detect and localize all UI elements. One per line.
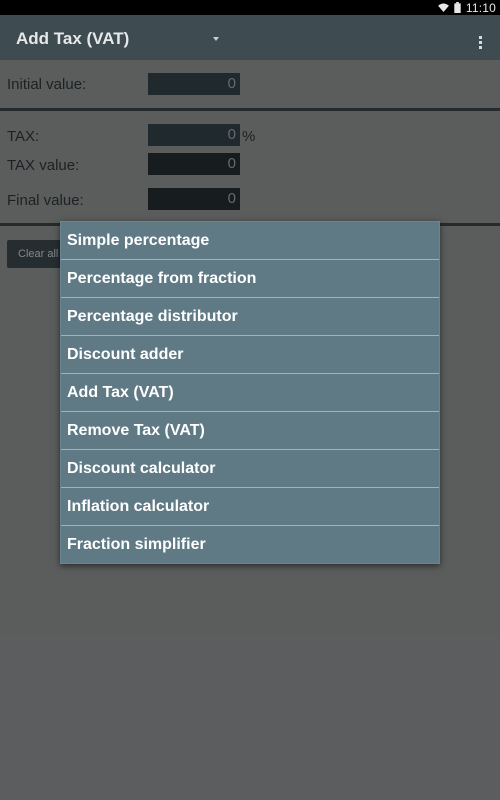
menu-item-add-tax[interactable]: Add Tax (VAT) (61, 374, 439, 412)
menu-item-percentage-distributor[interactable]: Percentage distributor (61, 298, 439, 336)
menu-item-fraction-simplifier[interactable]: Fraction simplifier (61, 526, 439, 564)
menu-item-inflation-calculator[interactable]: Inflation calculator (61, 488, 439, 526)
menu-item-discount-adder[interactable]: Discount adder (61, 336, 439, 374)
action-bar: Add Tax (VAT) (0, 15, 500, 60)
chevron-down-icon[interactable] (213, 37, 219, 41)
wifi-icon (437, 3, 449, 12)
status-time: 11:10 (465, 0, 496, 15)
menu-item-discount-calculator[interactable]: Discount calculator (61, 450, 439, 488)
battery-icon (454, 2, 461, 13)
menu-item-remove-tax[interactable]: Remove Tax (VAT) (61, 412, 439, 450)
calculator-dropdown-menu: Simple percentage Percentage from fracti… (60, 221, 440, 564)
more-vertical-icon[interactable] (476, 36, 484, 52)
menu-item-percentage-from-fraction[interactable]: Percentage from fraction (61, 260, 439, 298)
status-bar: 11:10 (0, 0, 500, 15)
calculator-selector-title[interactable]: Add Tax (VAT) (16, 29, 129, 49)
menu-item-simple-percentage[interactable]: Simple percentage (61, 222, 439, 260)
